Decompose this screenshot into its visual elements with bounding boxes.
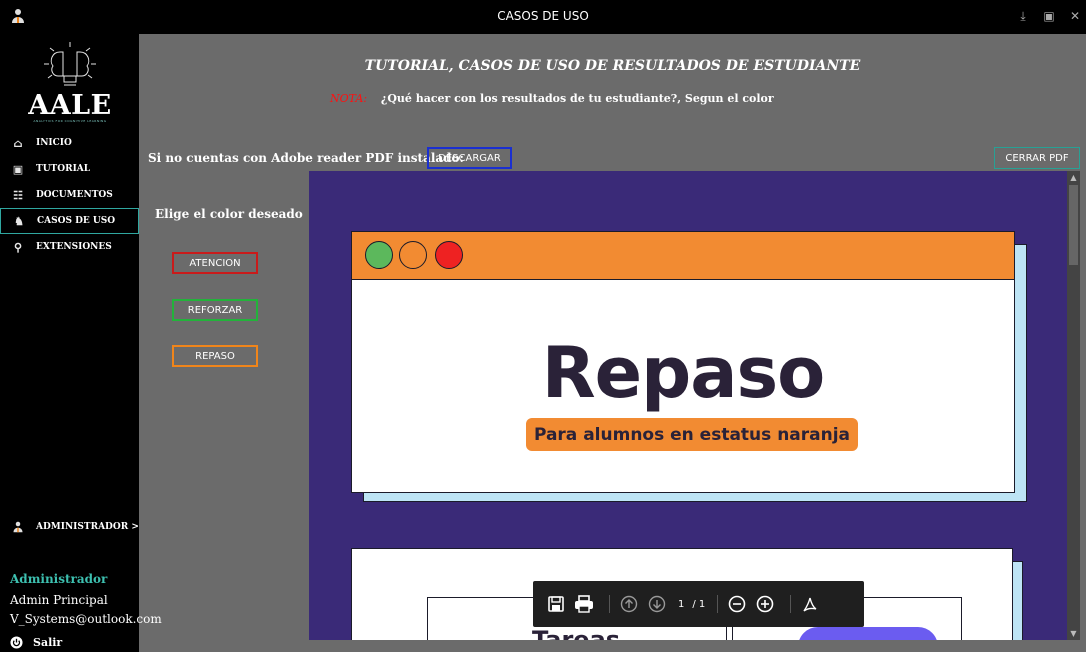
slide-subtitle: Para alumnos en estatus naranja (526, 418, 858, 451)
slide-title: Repaso (541, 332, 825, 414)
green-dot-icon (365, 241, 393, 269)
logout-label: Salir (33, 636, 63, 649)
note-label: NOTA: (330, 92, 368, 105)
user-email: V_Systems@outlook.com (10, 612, 162, 626)
page-title: TUTORIAL, CASOS DE USO DE RESULTADOS DE … (364, 58, 861, 74)
pdf-viewer[interactable]: Repaso Para alumnos en estatus naranja T… (309, 171, 1067, 640)
page-current[interactable]: 1 (678, 599, 684, 610)
search-icon: ⚲ (13, 240, 23, 254)
power-icon (10, 636, 23, 649)
slide-window-bar (352, 232, 1014, 280)
scroll-down-icon[interactable]: ▼ (1067, 629, 1080, 638)
pdf-install-label: Si no cuentas con Adobe reader PDF insta… (148, 151, 464, 165)
zoom-out-icon[interactable] (726, 593, 748, 615)
sidebar-item-documentos[interactable]: ☷ DOCUMENTOS (0, 182, 139, 208)
note: NOTA: ¿Qué hacer con los resultados de t… (330, 92, 774, 105)
sidebar-item-tutorial[interactable]: ▣ TUTORIAL (0, 156, 139, 182)
save-icon[interactable] (545, 593, 567, 615)
download-icon[interactable]: ⤓ (1016, 9, 1030, 24)
page-total: / 1 (692, 598, 706, 610)
sidebar-item-inicio[interactable]: ⌂ INICIO (0, 130, 139, 156)
toolbar-separator (717, 595, 719, 613)
toolbar-separator (790, 595, 792, 613)
close-icon[interactable]: ✕ (1068, 9, 1082, 24)
maximize-icon[interactable]: ▣ (1042, 9, 1056, 24)
sidebar-item-label: INICIO (36, 138, 72, 148)
user-name: Administrador (10, 572, 108, 586)
slide2-blue-shape (798, 627, 938, 640)
pdf-slide-card: Repaso Para alumnos en estatus naranja (351, 231, 1015, 493)
sidebar-item-casos-de-uso[interactable]: ♞ CASOS DE USO (0, 208, 139, 234)
sidebar-item-label: CASOS DE USO (37, 216, 116, 226)
logo-text: AALE (28, 90, 112, 121)
sidebar-item-label: TUTORIAL (36, 164, 91, 174)
download-button[interactable]: DESCARGAR (427, 147, 512, 169)
repaso-button[interactable]: REPASO (172, 345, 258, 367)
close-pdf-button[interactable]: CERRAR PDF (994, 147, 1080, 169)
user-role: Admin Principal (10, 593, 108, 607)
red-dot-icon (435, 241, 463, 269)
acrobat-icon[interactable] (799, 593, 821, 615)
cases-icon: ♞ (14, 214, 24, 228)
pdf-toolbar: 1 / 1 (533, 581, 864, 627)
tutorial-icon: ▣ (12, 162, 24, 176)
note-text: ¿Qué hacer con los resultados de tu estu… (380, 92, 774, 105)
documents-icon: ☷ (13, 188, 23, 202)
sidebar-item-label: EXTENSIONES (36, 242, 112, 252)
slide2-title: Tareas (532, 626, 621, 640)
sidebar: AALE ANALYTICS FOR COGNITIVE LEARNING ⌂ … (0, 34, 162, 652)
logout-button[interactable]: Salir (10, 636, 62, 649)
logo: AALE ANALYTICS FOR COGNITIVE LEARNING (14, 40, 126, 124)
admin-menu[interactable]: ADMINISTRADOR > (0, 514, 139, 540)
choose-color-label: Elige el color deseado (155, 207, 303, 221)
sidebar-nav: ⌂ INICIO ▣ TUTORIAL ☷ DOCUMENTOS ♞ CASOS… (0, 130, 139, 260)
zoom-in-icon[interactable] (754, 593, 776, 615)
home-icon: ⌂ (13, 136, 23, 150)
admin-menu-label: ADMINISTRADOR > (36, 522, 139, 532)
scroll-up-icon[interactable]: ▲ (1067, 173, 1080, 182)
logo-tagline: ANALYTICS FOR COGNITIVE LEARNING (33, 119, 107, 123)
window-title: CASOS DE USO (497, 9, 589, 23)
atencion-button[interactable]: ATENCION (172, 252, 258, 274)
toolbar-separator (609, 595, 610, 613)
print-icon[interactable] (573, 593, 595, 615)
sidebar-item-extensiones[interactable]: ⚲ EXTENSIONES (0, 234, 139, 260)
title-bar: CASOS DE USO ⤓ ▣ ✕ (0, 0, 1086, 34)
reforzar-button[interactable]: REFORZAR (172, 299, 258, 321)
scroll-thumb[interactable] (1069, 185, 1078, 265)
sidebar-item-label: DOCUMENTOS (36, 190, 113, 200)
previous-page-icon[interactable] (618, 593, 640, 615)
next-page-icon[interactable] (646, 593, 668, 615)
brain-logo-icon (44, 42, 96, 86)
pdf-scrollbar[interactable]: ▲ ▼ (1067, 171, 1080, 640)
admin-user-icon (13, 521, 23, 533)
orange-dot-icon (399, 241, 427, 269)
